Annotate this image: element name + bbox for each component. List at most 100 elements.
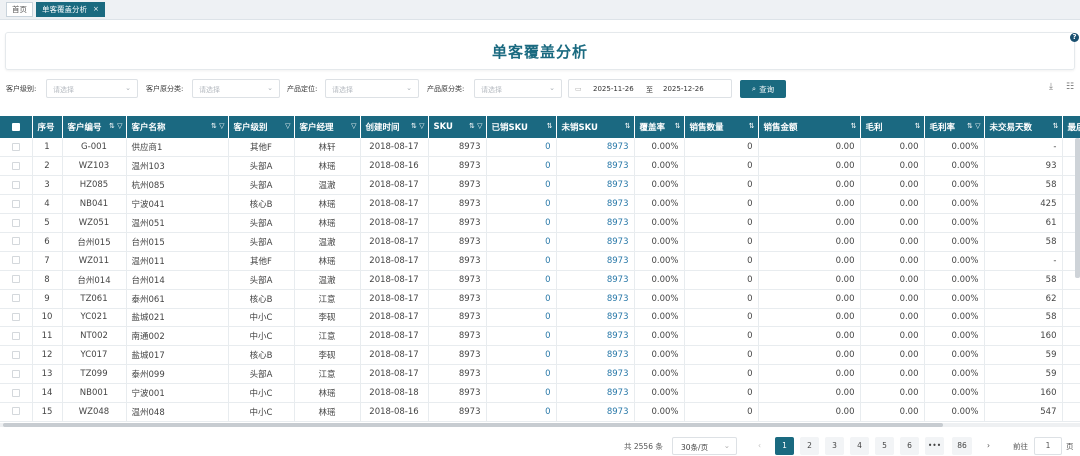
row-checkbox[interactable] bbox=[0, 402, 33, 422]
close-icon[interactable]: × bbox=[93, 3, 99, 16]
horizontal-scrollbar[interactable] bbox=[0, 423, 1080, 427]
help-icon[interactable]: ? bbox=[1070, 33, 1079, 42]
table-cell[interactable]: 8973 bbox=[556, 194, 635, 215]
col-header-manager[interactable]: 客户经理 ▽ bbox=[294, 116, 361, 138]
table-cell[interactable]: 8973 bbox=[556, 289, 635, 309]
table-cell[interactable]: 8973 bbox=[556, 138, 635, 158]
page-button[interactable]: 4 bbox=[850, 437, 869, 455]
date-start[interactable]: 2025-11-26 bbox=[593, 85, 634, 93]
date-end[interactable]: 2025-12-26 bbox=[663, 85, 704, 93]
table-cell[interactable]: 8973 bbox=[556, 232, 635, 252]
table-row[interactable]: 6 台州015 台州015 头部A 温澈 2018-08-17 8973 0 8973 0.00%… bbox=[0, 232, 1080, 252]
download-icon[interactable]: ⤓ bbox=[1049, 82, 1053, 92]
row-checkbox[interactable] bbox=[0, 345, 33, 366]
column-settings-icon[interactable]: ☷ bbox=[1066, 82, 1074, 92]
sort-filter-icon[interactable]: ⇅ ▽ bbox=[411, 122, 424, 130]
table-row[interactable]: 5 WZ051 温州051 头部A 林瑶 2018-08-17 8973 0 8973 0.00%… bbox=[0, 213, 1080, 233]
sort-filter-icon[interactable]: ⇅ ▽ bbox=[211, 122, 224, 130]
row-checkbox[interactable] bbox=[0, 270, 33, 290]
col-header-unsold-sku[interactable]: 未销SKU ⇅ bbox=[556, 116, 635, 138]
table-row[interactable]: 7 WZ011 温州011 其他F 林瑶 2018-08-17 8973 0 8973 0.00%… bbox=[0, 251, 1080, 271]
row-checkbox[interactable] bbox=[0, 194, 33, 215]
col-header-sold-sku[interactable]: 已销SKU ⇅ bbox=[486, 116, 557, 138]
table-cell[interactable]: 0 bbox=[486, 175, 557, 196]
table-row[interactable]: 15 WZ048 温州048 中小C 林瑶 2018-08-16 8973 0 8973 0.00… bbox=[0, 402, 1080, 422]
row-checkbox[interactable] bbox=[0, 383, 33, 403]
table-row[interactable]: 8 台州014 台州014 头部A 温澈 2018-08-17 8973 0 8973 0.00%… bbox=[0, 270, 1080, 290]
product-category-select[interactable]: 请选择 ⌄ bbox=[474, 79, 562, 98]
table-cell[interactable]: 8973 bbox=[556, 156, 635, 177]
sort-icon[interactable]: ⇅ bbox=[675, 122, 681, 130]
col-header-created[interactable]: 创建时间 ⇅ ▽ bbox=[360, 116, 429, 138]
table-cell[interactable]: 0 bbox=[486, 383, 557, 403]
next-page-button[interactable]: › bbox=[979, 437, 998, 455]
select-all-checkbox[interactable] bbox=[0, 116, 33, 138]
page-button[interactable]: 2 bbox=[800, 437, 819, 455]
customer-level-select[interactable]: 请选择 ⌄ bbox=[46, 79, 138, 98]
table-cell[interactable]: 0 bbox=[486, 345, 557, 366]
table-row[interactable]: 2 WZ103 温州103 头部A 林瑶 2018-08-16 8973 0 8973 0.00%… bbox=[0, 156, 1080, 177]
table-cell[interactable]: 0 bbox=[486, 364, 557, 385]
tab-single-customer-coverage[interactable]: 单客覆盖分析 × bbox=[36, 2, 105, 17]
col-header-customer-code[interactable]: 客户编号 ⇅ ▽ bbox=[62, 116, 127, 138]
row-checkbox[interactable] bbox=[0, 156, 33, 177]
sort-filter-icon[interactable]: ⇅ ▽ bbox=[469, 122, 482, 130]
row-checkbox[interactable] bbox=[0, 308, 33, 328]
table-cell[interactable]: 0 bbox=[486, 232, 557, 252]
product-positioning-select[interactable]: 请选择 ⌄ bbox=[325, 79, 419, 98]
page-size-select[interactable]: 30条/页 ⌄ bbox=[672, 437, 737, 455]
scrollbar-thumb[interactable] bbox=[3, 423, 943, 427]
col-header-profit[interactable]: 毛利 ⇅ bbox=[860, 116, 925, 138]
page-button[interactable]: 86 bbox=[952, 437, 972, 455]
sort-icon[interactable]: ⇅ bbox=[1053, 122, 1059, 130]
row-checkbox[interactable] bbox=[0, 232, 33, 252]
filter-icon[interactable]: ▽ bbox=[285, 122, 290, 130]
col-header-customer-level[interactable]: 客户级别 ▽ bbox=[228, 116, 295, 138]
page-button[interactable]: 1 bbox=[775, 437, 794, 455]
table-cell[interactable]: 8973 bbox=[556, 364, 635, 385]
table-cell[interactable]: 0 bbox=[486, 289, 557, 309]
sort-icon[interactable]: ⇅ bbox=[915, 122, 921, 130]
table-row[interactable]: 10 YC021 盐城021 中小C 李砚 2018-08-17 8973 0 8973 0.00… bbox=[0, 308, 1080, 328]
goto-page-input[interactable]: 1 bbox=[1034, 437, 1062, 455]
col-header-customer-name[interactable]: 客户名称 ⇅ ▽ bbox=[126, 116, 229, 138]
table-cell[interactable]: 8973 bbox=[556, 251, 635, 271]
table-cell[interactable]: 8973 bbox=[556, 383, 635, 403]
col-header-sales-qty[interactable]: 销售数量 ⇅ bbox=[684, 116, 759, 138]
table-cell[interactable]: 8973 bbox=[556, 270, 635, 290]
table-cell[interactable]: 8973 bbox=[556, 175, 635, 196]
page-ellipsis-button[interactable]: ••• bbox=[925, 437, 944, 455]
table-row[interactable]: 4 NB041 宁波041 核心B 林瑶 2018-08-17 8973 0 8973 0.00%… bbox=[0, 194, 1080, 215]
row-checkbox[interactable] bbox=[0, 326, 33, 347]
table-row[interactable]: 9 TZ061 泰州061 核心B 江意 2018-08-17 8973 0 8973 0.00%… bbox=[0, 289, 1080, 309]
table-row[interactable]: 12 YC017 盐城017 核心B 李砚 2018-08-17 8973 0 8973 0.00… bbox=[0, 345, 1080, 366]
col-header-margin[interactable]: 毛利率 ⇅ ▽ bbox=[924, 116, 985, 138]
sort-icon[interactable]: ⇅ bbox=[851, 122, 857, 130]
table-cell[interactable]: 0 bbox=[486, 213, 557, 233]
table-cell[interactable]: 8973 bbox=[556, 402, 635, 422]
table-cell[interactable]: 8973 bbox=[556, 326, 635, 347]
col-header-idle-days[interactable]: 未交易天数 ⇅ bbox=[984, 116, 1063, 138]
sort-filter-icon[interactable]: ⇅ ▽ bbox=[967, 122, 980, 130]
page-button[interactable]: 3 bbox=[825, 437, 844, 455]
col-header-sales-amount[interactable]: 销售金额 ⇅ bbox=[758, 116, 861, 138]
table-cell[interactable]: 8973 bbox=[556, 345, 635, 366]
col-header-coverage[interactable]: 覆盖率 ⇅ bbox=[634, 116, 685, 138]
table-cell[interactable]: 0 bbox=[486, 326, 557, 347]
sort-icon[interactable]: ⇅ bbox=[547, 122, 553, 130]
sort-icon[interactable]: ⇅ bbox=[625, 122, 631, 130]
table-cell[interactable]: 0 bbox=[486, 156, 557, 177]
table-cell[interactable]: 0 bbox=[486, 194, 557, 215]
table-row[interactable]: 1 G-001 供应商1 其他F 林轩 2018-08-17 8973 0 8973 0.00% 0… bbox=[0, 138, 1080, 158]
table-cell[interactable]: 0 bbox=[486, 402, 557, 422]
page-button[interactable]: 5 bbox=[875, 437, 894, 455]
tab-home[interactable]: 首页 bbox=[6, 2, 33, 17]
col-header-last[interactable]: 最后 bbox=[1062, 116, 1080, 138]
row-checkbox[interactable] bbox=[0, 175, 33, 196]
page-button[interactable]: 6 bbox=[900, 437, 919, 455]
table-row[interactable]: 13 TZ099 泰州099 头部A 江意 2018-08-17 8973 0 8973 0.00… bbox=[0, 364, 1080, 385]
row-checkbox[interactable] bbox=[0, 213, 33, 233]
table-cell[interactable]: 8973 bbox=[556, 213, 635, 233]
table-row[interactable]: 11 NT002 南通002 中小C 江意 2018-08-17 8973 0 8973 0.00… bbox=[0, 326, 1080, 347]
filter-icon[interactable]: ▽ bbox=[351, 122, 356, 130]
